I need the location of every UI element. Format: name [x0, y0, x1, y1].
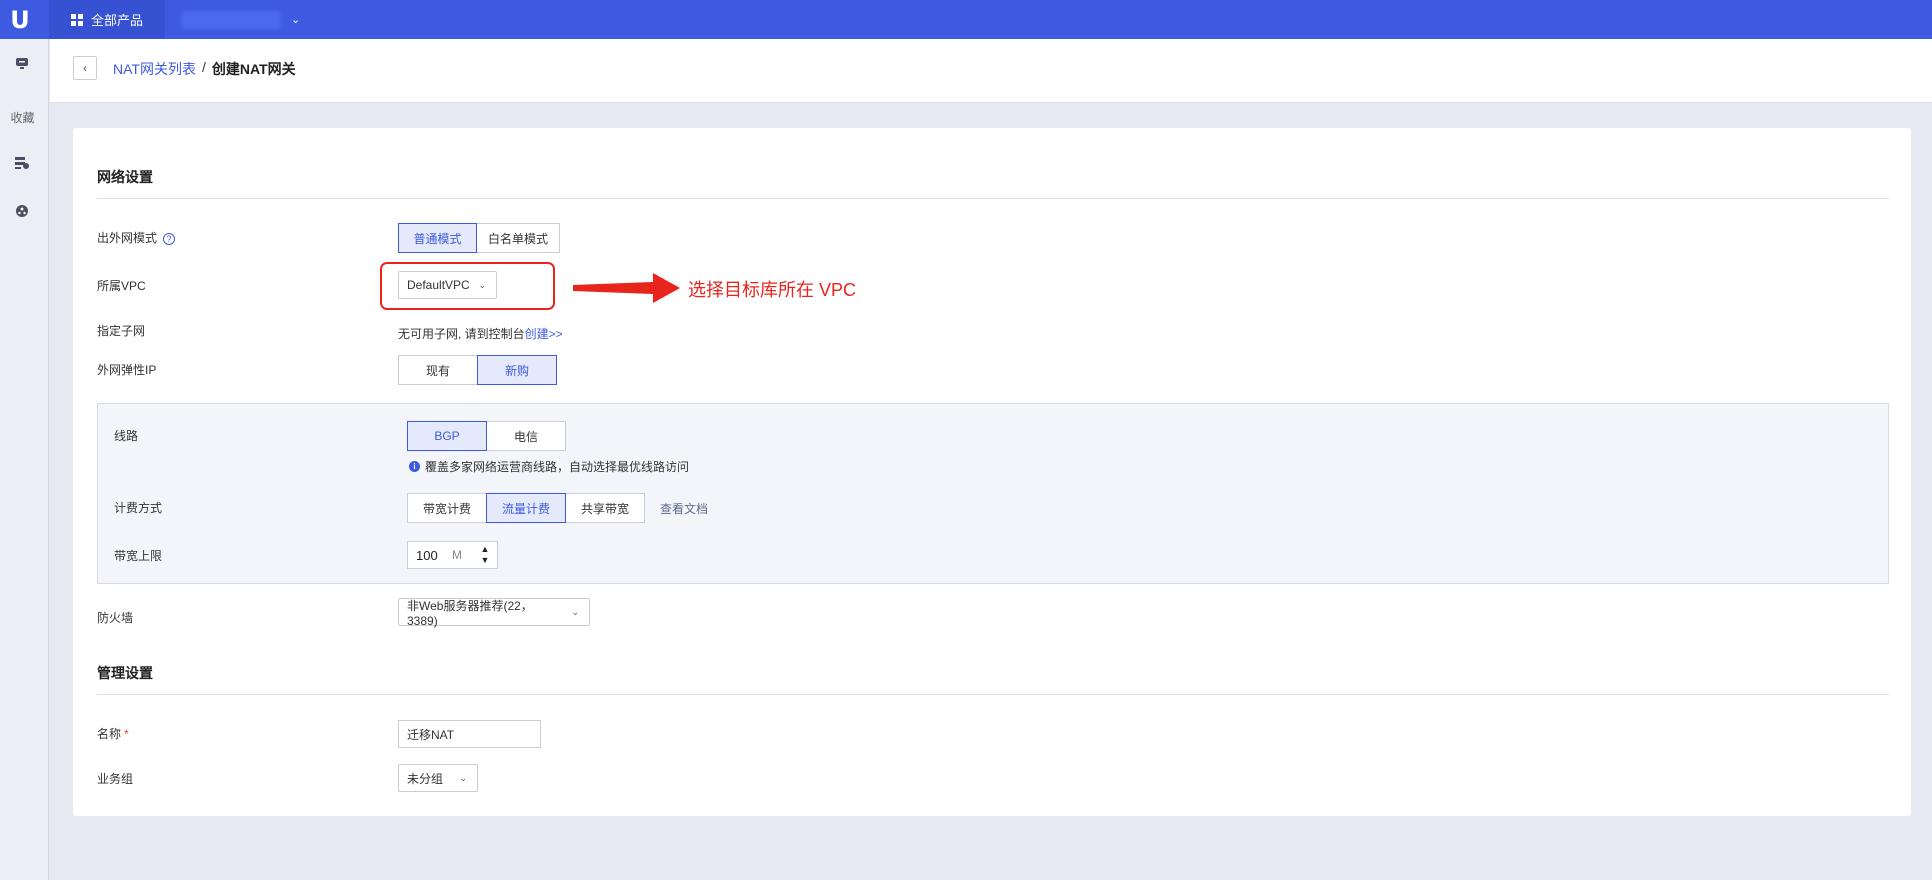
left-sidebar: 收藏 [0, 39, 49, 880]
breadcrumb: NAT网关列表 / 创建NAT网关 [113, 59, 296, 79]
breadcrumb-nat-list-link[interactable]: NAT网关列表 [113, 59, 196, 79]
all-products-button[interactable]: 全部产品 [49, 0, 166, 39]
name-input[interactable]: 迁移NAT [398, 720, 541, 748]
group-select[interactable]: 未分组 ⌄ [398, 764, 478, 792]
annotation-text: 选择目标库所在 VPC [688, 280, 857, 300]
egress-mode-label: 出外网模式? [97, 229, 176, 246]
create-nat-form: 网络设置 出外网模式? 普通模式 白名单模式 所属VPC DefaultVPC … [73, 128, 1911, 816]
firewall-label: 防火墙 [97, 611, 134, 625]
top-bar: U 全部产品 ⌄ [0, 0, 1932, 39]
subnet-label: 指定子网 [97, 324, 146, 338]
vpc-label: 所属VPC [97, 279, 146, 293]
network-icon[interactable] [12, 201, 32, 221]
eip-new[interactable]: 新购 [477, 355, 557, 385]
breadcrumb-separator: / [201, 59, 206, 75]
page-header: ‹ NAT网关列表 / 创建NAT网关 [50, 39, 1932, 103]
eip-config-panel: 线路 BGP 电信 i 覆盖多家网络运营商线路，自动选择最优线路访问 计费方式 … [97, 403, 1889, 584]
network-settings-title: 网络设置 [97, 169, 153, 185]
bandwidth-label: 带宽上限 [114, 549, 163, 563]
egress-mode-selector: 普通模式 白名单模式 [398, 223, 560, 253]
page-title: 创建NAT网关 [211, 61, 296, 77]
billing-traffic[interactable]: 流量计费 [486, 493, 566, 523]
subnet-message-text: 无可用子网, 请到控制台 [398, 327, 525, 341]
favorites-label[interactable]: 收藏 [0, 109, 45, 126]
management-settings-title: 管理设置 [97, 665, 153, 681]
bandwidth-unit: M [452, 548, 462, 562]
stepper-arrows: ▲ ▼ [474, 542, 496, 568]
help-icon[interactable]: ? [163, 232, 176, 245]
line-tip-text: 覆盖多家网络运营商线路，自动选择最优线路访问 [425, 460, 690, 474]
billing-bandwidth[interactable]: 带宽计费 [407, 493, 487, 523]
eip-existing[interactable]: 现有 [398, 355, 478, 385]
all-products-label: 全部产品 [91, 13, 144, 28]
info-icon: i [409, 461, 420, 472]
group-label: 业务组 [97, 772, 134, 786]
bandwidth-value[interactable]: 100 [408, 548, 452, 563]
monitor-icon[interactable] [12, 53, 32, 73]
firewall-value: 非Web服务器推荐(22，3389) [407, 598, 533, 628]
annotation-highlight-box [380, 262, 555, 310]
chevron-down-icon: ⌄ [459, 772, 467, 783]
line-telecom[interactable]: 电信 [486, 421, 566, 451]
annotation-arrow-icon [573, 273, 680, 303]
project-selector[interactable]: ⌄ [165, 0, 300, 39]
decrement-icon[interactable]: ▼ [481, 555, 490, 566]
group-value: 未分组 [407, 771, 444, 786]
eip-label: 外网弹性IP [97, 363, 157, 377]
line-label: 线路 [114, 429, 139, 443]
firewall-select[interactable]: 非Web服务器推荐(22，3389) ⌄ [398, 598, 590, 628]
required-mark: * [124, 727, 129, 741]
name-label-text: 名称 [97, 727, 122, 741]
grid-icon [71, 13, 83, 26]
increment-icon[interactable]: ▲ [481, 544, 490, 555]
billing-label: 计费方式 [114, 501, 163, 515]
view-docs-link[interactable]: 查看文档 [660, 500, 708, 517]
divider [97, 198, 1889, 199]
egress-mode-normal[interactable]: 普通模式 [398, 223, 477, 253]
project-name-redacted [181, 10, 282, 29]
eip-selector: 现有 新购 [398, 355, 557, 385]
subnet-message: 无可用子网, 请到控制台创建>> [398, 325, 563, 342]
logo[interactable]: U [0, 0, 40, 39]
line-bgp[interactable]: BGP [407, 421, 487, 451]
billing-selector: 带宽计费 流量计费 共享带宽 [407, 493, 645, 523]
chevron-down-icon: ⌄ [571, 606, 579, 617]
chevron-down-icon: ⌄ [291, 14, 301, 26]
billing-shared[interactable]: 共享带宽 [565, 493, 645, 523]
bandwidth-stepper[interactable]: 100 M ▲ ▼ [407, 541, 498, 569]
egress-mode-label-text: 出外网模式 [97, 231, 158, 245]
name-label: 名称 * [97, 725, 129, 742]
divider [97, 694, 1889, 695]
egress-mode-whitelist[interactable]: 白名单模式 [476, 223, 560, 253]
create-subnet-link[interactable]: 创建>> [525, 327, 563, 341]
line-selector: BGP 电信 [407, 421, 566, 451]
line-tip: i 覆盖多家网络运营商线路，自动选择最优线路访问 [409, 458, 689, 475]
database-icon[interactable] [12, 153, 32, 173]
back-button[interactable]: ‹ [73, 56, 97, 80]
